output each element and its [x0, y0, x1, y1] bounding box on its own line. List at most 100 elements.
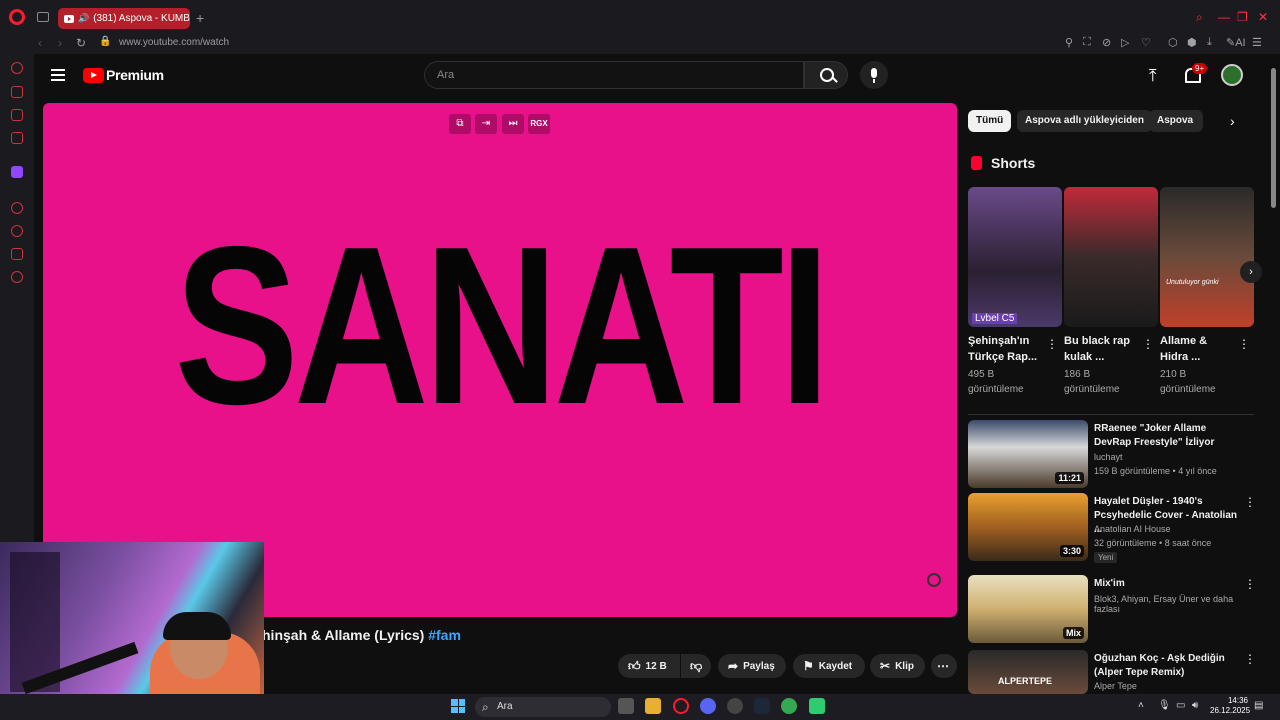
voice-search-icon[interactable] — [860, 61, 888, 89]
mail-icon[interactable] — [11, 132, 23, 144]
search-input[interactable] — [437, 69, 777, 81]
short-thumbnail[interactable] — [1064, 187, 1158, 327]
channel-name[interactable]: Anatolian AI House — [1094, 524, 1171, 534]
discord-icon[interactable] — [700, 698, 716, 714]
like-button[interactable]: 👍︎ 12 B — [618, 654, 680, 678]
aria-icon[interactable] — [11, 62, 23, 74]
close-window-button[interactable]: ✕ — [1258, 10, 1268, 24]
rgx-badge[interactable]: RGX — [528, 114, 550, 134]
exit-icon[interactable]: ⇥ — [475, 114, 497, 134]
clip-button[interactable]: ✂ Klip — [870, 654, 925, 678]
easy-setup-icon[interactable]: ⬢ — [1187, 36, 1197, 49]
steam-icon[interactable] — [754, 698, 770, 714]
reload-button[interactable]: ↻ — [76, 36, 86, 50]
video-thumbnail[interactable]: 3:30 — [968, 493, 1088, 561]
video-thumbnail[interactable]: ALPERTEPE — [968, 650, 1088, 694]
maximize-button[interactable]: ❐ — [1237, 10, 1248, 24]
video-thumbnail[interactable]: Mix — [968, 575, 1088, 643]
short-card[interactable]: Lvbel C5 Şehinşah'ın Türkçe Rap... 495 B… — [968, 187, 1062, 395]
aria-ai-button[interactable]: ✎AI — [1226, 36, 1246, 49]
browser-tab-active[interactable]: 🔊 (381) Aspova - KUMBARA — [58, 8, 190, 29]
task-view-icon[interactable] — [618, 698, 634, 714]
more-vertical-icon[interactable]: ⋮ — [1244, 652, 1256, 666]
short-title[interactable]: Şehinşah'ın Türkçe Rap... — [968, 333, 1042, 365]
save-button[interactable]: ⚑ Kaydet — [793, 654, 865, 678]
video-title-link[interactable]: Mix'im — [1094, 577, 1244, 591]
more-actions-button[interactable]: ⋯ — [931, 654, 957, 678]
hashtag-link[interactable]: #fam — [428, 627, 461, 643]
video-title-link[interactable]: Oğuzhan Koç - Aşk Dediğin (Alper Tepe Re… — [1094, 652, 1244, 680]
app-icon[interactable] — [809, 698, 825, 714]
volume-icon[interactable]: 🔊︎ — [1192, 700, 1198, 711]
chevron-up-icon[interactable]: ˄ — [1138, 700, 1144, 711]
shorts-next-button[interactable]: › — [1240, 261, 1262, 283]
channel-name[interactable]: Blok3, Ahiyan, Ersay Üner ve daha fazlas… — [1094, 594, 1254, 614]
opera-logo-icon[interactable] — [9, 9, 25, 25]
windows-start-icon[interactable] — [451, 699, 465, 713]
heart-icon[interactable]: ♡ — [1141, 36, 1151, 49]
channel-name[interactable]: Alper Tepe — [1094, 681, 1137, 691]
minimize-button[interactable]: — — [1218, 10, 1230, 24]
dislike-button[interactable]: 👎︎ — [681, 654, 711, 678]
clock[interactable]: 14:36 26.12.2025 — [1210, 696, 1250, 716]
new-tab-button[interactable]: + — [196, 10, 204, 26]
short-thumbnail[interactable]: Lvbel C5 — [968, 187, 1062, 327]
guide-menu-icon[interactable] — [51, 69, 65, 81]
chevron-right-icon[interactable]: › — [1230, 113, 1235, 129]
video-thumbnail[interactable]: 11:21 — [968, 420, 1088, 488]
obs-icon[interactable] — [727, 698, 743, 714]
adblock-icon[interactable]: ⊘ — [1102, 36, 1111, 49]
video-title-link[interactable]: RRaenee "Joker Allame DevRap Freestyle" … — [1094, 422, 1244, 450]
more-vertical-icon[interactable]: ⋮ — [1244, 577, 1256, 591]
channel-watermark-icon[interactable] — [927, 573, 941, 587]
short-title[interactable]: Bu black rap kulak ... — [1064, 333, 1138, 365]
upload-icon[interactable]: ⤒ — [1149, 66, 1157, 86]
opera-taskbar-icon[interactable] — [673, 698, 689, 714]
forward-button[interactable]: › — [58, 36, 62, 50]
more-vertical-icon[interactable]: ⋮ — [1142, 337, 1154, 351]
messenger-icon[interactable] — [11, 109, 23, 121]
url-field[interactable]: www.youtube.com/watch — [119, 37, 229, 48]
taskbar-search[interactable]: Ara — [475, 697, 611, 717]
download-icon[interactable]: ⤓ — [1207, 36, 1212, 49]
miniplayer-icon[interactable]: ⧉ — [449, 114, 471, 134]
search-tabs-icon[interactable]: ⌕ — [1196, 10, 1203, 25]
extensions-sidebar-icon[interactable] — [11, 248, 23, 260]
crypto-wallet-icon[interactable] — [11, 86, 23, 98]
more-vertical-icon[interactable]: ⋮ — [1244, 495, 1256, 509]
short-thumbnail[interactable]: Unutuluyor günki — [1160, 187, 1254, 327]
scrollbar[interactable] — [1268, 54, 1280, 694]
channel-name[interactable]: luchayt — [1094, 452, 1123, 462]
player-sidebar-icon[interactable] — [11, 202, 23, 214]
more-vertical-icon[interactable]: ⋮ — [1046, 337, 1058, 351]
short-card[interactable]: Bu black rap kulak ... 186 B görüntüleme… — [1064, 187, 1158, 395]
premium-label[interactable]: Premium — [106, 67, 164, 83]
chip-all[interactable]: Tümü — [968, 110, 1012, 132]
video-player[interactable]: SANATI ⧉ ⇥ ⏭ RGX — [43, 103, 957, 617]
more-vertical-icon[interactable]: ⋮ — [1238, 337, 1250, 351]
player-icon[interactable]: ▷ — [1121, 36, 1129, 49]
skip-icon[interactable]: ⏭ — [502, 114, 524, 134]
speaker-icon[interactable]: 🔊 — [78, 13, 89, 24]
youtube-logo-icon[interactable] — [83, 68, 104, 83]
recommendation-item[interactable]: 3:30 Hayalet Düşler - 1940's Pcsyhedelic… — [968, 493, 1256, 563]
twitch-icon[interactable] — [11, 166, 23, 178]
menu-icon[interactable]: ☰ — [1252, 36, 1262, 49]
search-box[interactable] — [424, 61, 804, 89]
snapshot-icon[interactable]: ⛶ — [1083, 36, 1091, 49]
history-icon[interactable] — [11, 225, 23, 237]
tab-overview-icon[interactable] — [37, 12, 49, 22]
short-card[interactable]: Unutuluyor günki Allame & Hidra ... 210 … — [1160, 187, 1254, 395]
lock-icon[interactable]: 🔒 — [99, 36, 111, 47]
chip-uploader[interactable]: Aspova adlı yükleyiciden — [1017, 110, 1152, 132]
file-explorer-icon[interactable] — [645, 698, 661, 714]
chrome-icon[interactable] — [781, 698, 797, 714]
network-icon[interactable]: ▭ — [1176, 700, 1185, 711]
extensions-icon[interactable]: ⬡ — [1168, 36, 1178, 49]
avatar[interactable] — [1221, 64, 1243, 86]
recommendation-item[interactable]: 11:21 RRaenee "Joker Allame DevRap Frees… — [968, 420, 1254, 490]
notification-center-icon[interactable]: ▤ — [1254, 700, 1263, 711]
chip-aspova[interactable]: Aspova — [1149, 110, 1203, 132]
scrollbar-thumb[interactable] — [1271, 68, 1276, 208]
short-title[interactable]: Allame & Hidra ... — [1160, 333, 1234, 365]
